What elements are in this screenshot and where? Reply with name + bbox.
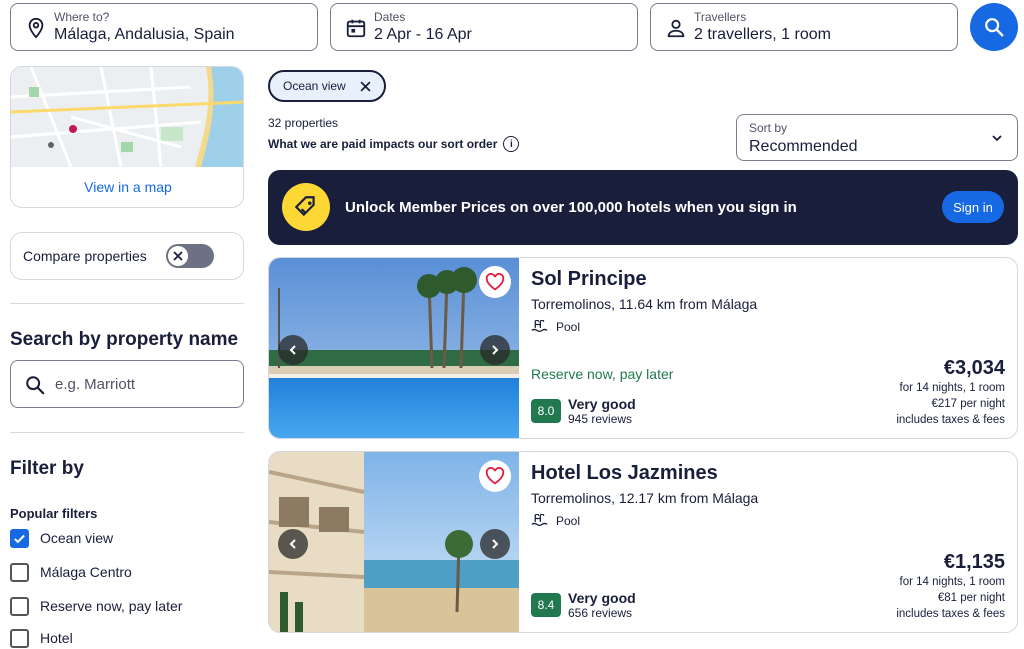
previous-photo-button[interactable]	[278, 335, 308, 365]
taxes-note: includes taxes & fees	[896, 608, 1005, 620]
chevron-right-icon	[492, 345, 499, 355]
sort-label: Sort by	[749, 121, 788, 135]
dates-label: Dates	[374, 10, 406, 24]
search-icon	[985, 18, 1004, 37]
amenity: Pool	[531, 320, 580, 334]
compare-properties-card: Compare properties	[10, 232, 244, 280]
filter-label: Hotel	[40, 630, 73, 646]
rating-block: 8.0 Very good 945 reviews	[531, 396, 636, 426]
hotel-card[interactable]: Hotel Los Jazmines Torremolinos, 12.17 k…	[268, 451, 1018, 633]
checkbox[interactable]	[10, 596, 29, 616]
hotel-location: Torremolinos, 11.64 km from Málaga	[531, 296, 758, 312]
pool-icon	[531, 514, 548, 526]
rating-score-badge: 8.0	[531, 399, 561, 423]
review-count: 656 reviews	[568, 606, 633, 620]
search-icon	[26, 376, 45, 395]
travellers-value: 2 travellers, 1 room	[694, 26, 831, 43]
active-filter-chip[interactable]: Ocean view	[268, 70, 386, 102]
map-card[interactable]: View in a map	[10, 66, 244, 208]
filter-malaga-centro[interactable]: Málaga Centro	[10, 561, 132, 583]
member-prices-banner: Unlock Member Prices on over 100,000 hot…	[268, 170, 1018, 245]
dates-field[interactable]: Dates 2 Apr - 16 Apr	[330, 3, 638, 51]
heart-icon	[485, 273, 505, 291]
divider	[10, 303, 244, 304]
results-count: 32 properties	[268, 116, 339, 130]
search-button[interactable]	[970, 3, 1018, 51]
hotel-location: Torremolinos, 12.17 km from Málaga	[531, 490, 759, 506]
person-icon	[667, 19, 685, 38]
active-filter-label: Ocean view	[283, 79, 346, 93]
property-name-placeholder: e.g. Marriott	[55, 376, 136, 393]
checkbox[interactable]	[10, 628, 29, 648]
previous-photo-button[interactable]	[278, 529, 308, 559]
per-night-price: €81 per night	[937, 592, 1005, 604]
favorite-button[interactable]	[479, 460, 511, 492]
paid-sort-note: What we are paid impacts our sort order …	[268, 136, 520, 152]
destination-value: Málaga, Andalusia, Spain	[54, 26, 235, 43]
review-count: 945 reviews	[568, 412, 633, 426]
hotel-name[interactable]: Sol Principe	[531, 268, 647, 291]
favorite-button[interactable]	[479, 266, 511, 298]
price-tag-icon	[282, 183, 330, 231]
chevron-left-icon	[289, 345, 296, 355]
banner-text: Unlock Member Prices on over 100,000 hot…	[345, 199, 797, 216]
rating-text: Very good	[568, 396, 636, 412]
total-price: €1,135	[943, 551, 1005, 573]
remove-filter-icon[interactable]	[360, 80, 371, 92]
rating-block: 8.4 Very good 656 reviews	[531, 590, 636, 620]
rating-text: Very good	[568, 590, 636, 606]
pool-icon	[531, 320, 548, 332]
destination-label: Where to?	[54, 10, 110, 24]
checkbox[interactable]	[10, 562, 29, 582]
view-in-map-link[interactable]: View in a map	[11, 179, 243, 195]
checkmark-icon	[14, 534, 25, 543]
filter-label: Málaga Centro	[40, 564, 132, 580]
chevron-down-icon	[992, 135, 1002, 142]
hotel-name[interactable]: Hotel Los Jazmines	[531, 462, 718, 485]
travellers-field[interactable]: Travellers 2 travellers, 1 room	[650, 3, 958, 51]
filter-label: Ocean view	[40, 530, 114, 546]
nights-text: for 14 nights, 1 room	[899, 382, 1005, 394]
map-thumbnail	[11, 67, 243, 167]
amenity-label: Pool	[556, 514, 581, 528]
sort-value: Recommended	[749, 138, 858, 155]
amenity-label: Pool	[556, 320, 581, 334]
hotel-card[interactable]: Sol Principe Torremolinos, 11.64 km from…	[268, 257, 1018, 439]
taxes-note: includes taxes & fees	[896, 414, 1005, 426]
amenity: Pool	[531, 514, 580, 528]
filter-reserve-now[interactable]: Reserve now, pay later	[10, 595, 182, 617]
dates-value: 2 Apr - 16 Apr	[374, 26, 472, 43]
per-night-price: €217 per night	[931, 398, 1005, 410]
divider	[10, 432, 244, 433]
search-by-name-title: Search by property name	[10, 329, 239, 350]
filter-by-title: Filter by	[10, 458, 84, 479]
total-price: €3,034	[943, 357, 1005, 379]
toggle-knob	[168, 246, 188, 266]
filter-hotel[interactable]: Hotel	[10, 627, 73, 649]
checkbox-checked[interactable]	[10, 528, 29, 548]
travellers-label: Travellers	[694, 10, 747, 24]
paid-sort-note-text: What we are paid impacts our sort order	[268, 137, 498, 151]
chevron-right-icon	[492, 539, 499, 549]
info-icon[interactable]: i	[503, 136, 520, 152]
chevron-left-icon	[289, 539, 296, 549]
next-photo-button[interactable]	[480, 335, 510, 365]
filter-label: Reserve now, pay later	[40, 598, 183, 614]
calendar-icon	[346, 19, 366, 38]
location-pin-icon	[28, 17, 44, 39]
sign-in-button[interactable]: Sign in	[942, 191, 1004, 223]
popular-filters-title: Popular filters	[10, 506, 98, 521]
compare-toggle[interactable]	[166, 244, 214, 268]
nights-text: for 14 nights, 1 room	[899, 576, 1005, 588]
next-photo-button[interactable]	[480, 529, 510, 559]
heart-icon	[485, 467, 505, 485]
compare-properties-label: Compare properties	[23, 248, 147, 264]
filter-ocean-view[interactable]: Ocean view	[10, 527, 113, 549]
sort-dropdown[interactable]: Sort by Recommended	[736, 114, 1018, 161]
rating-score-badge: 8.4	[531, 593, 561, 617]
close-icon	[173, 251, 183, 261]
property-name-input[interactable]: e.g. Marriott	[10, 360, 244, 408]
reserve-now-text: Reserve now, pay later	[531, 366, 674, 382]
destination-field[interactable]: Where to? Málaga, Andalusia, Spain	[10, 3, 318, 51]
